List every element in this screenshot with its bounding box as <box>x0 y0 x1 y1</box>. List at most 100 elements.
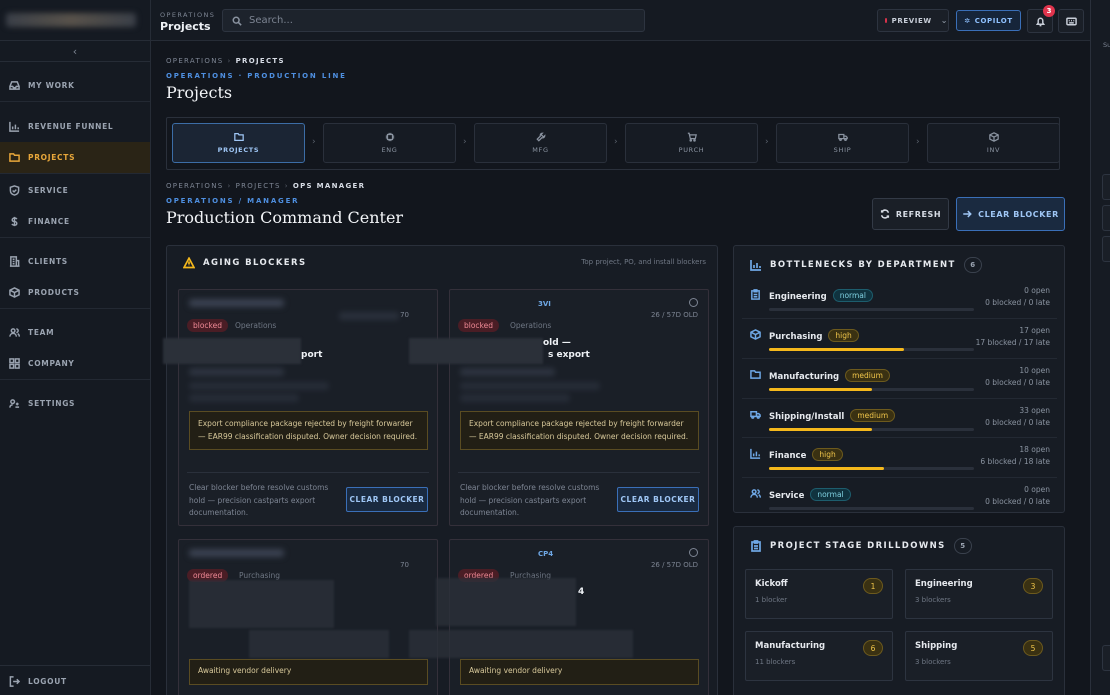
search-box[interactable] <box>222 9 645 32</box>
breadcrumb: OPERATIONS › PROJECTS <box>166 57 285 65</box>
clipboard-icon <box>751 289 760 300</box>
clock-icon <box>689 548 698 557</box>
blocked-late: 17 blocked / 17 late <box>975 338 1050 347</box>
blocker-card[interactable]: 3VI 26 / 57D OLD blocked Operations old … <box>409 289 709 526</box>
shield-icon <box>9 184 20 196</box>
sidebar-item-team[interactable]: TEAM <box>0 316 150 348</box>
sidebar-item-revenue-funnel[interactable]: REVENUE FUNNEL <box>0 110 150 142</box>
breadcrumb-item[interactable]: PROJECTS <box>236 182 281 190</box>
right-panel-tab[interactable] <box>1102 236 1110 262</box>
card-title-fragment: 4 <box>578 587 585 597</box>
department-row-service[interactable]: Service normal 0 open 0 blocked / 0 late <box>750 485 1050 523</box>
breadcrumb-current: OPS MANAGER <box>292 182 366 190</box>
cart-icon <box>687 132 697 142</box>
top-bar: OPERATIONS Projects PREVIEW ⌄ ✲ COPILOT … <box>151 0 1090 41</box>
stage-ship[interactable]: SHIP <box>776 123 909 163</box>
redacted-text <box>436 578 576 626</box>
refresh-button[interactable]: REFRESH <box>872 198 949 230</box>
sidebar-item-label: SERVICE <box>28 185 69 195</box>
clear-blocker-button[interactable]: CLEAR BLOCKER <box>956 197 1065 231</box>
card-clear-blocker-button[interactable]: CLEAR BLOCKER <box>346 487 428 512</box>
card-department: Purchasing <box>239 571 281 580</box>
chevron-right-icon: › <box>312 137 316 147</box>
copilot-button[interactable]: ✲ COPILOT <box>956 10 1021 31</box>
aging-blockers-subtitle: Top project, PO, and install blockers <box>581 258 706 266</box>
blocker-card[interactable]: 70 blocked Operations port Export compli… <box>163 289 438 526</box>
blocker-issue: Export compliance package rejected by fr… <box>460 411 699 450</box>
blocked-late: 0 blocked / 0 late <box>985 497 1050 506</box>
wrench-icon <box>535 132 545 142</box>
sidebar-item-service[interactable]: SERVICE <box>0 174 150 206</box>
breadcrumb-item[interactable]: OPERATIONS <box>166 57 224 65</box>
sidebar-item-finance[interactable]: FINANCE <box>0 206 150 238</box>
chevron-down-icon: ⌄ <box>940 16 948 25</box>
department-name: Shipping/Install <box>769 412 845 422</box>
drilldown-card-kickoff[interactable]: Kickoff 1 blocker 1 <box>745 569 893 619</box>
sidebar-item-label: PROJECTS <box>28 153 76 162</box>
page-title: Projects <box>166 83 233 102</box>
logout-button[interactable]: LOGOUT <box>0 666 150 695</box>
sidebar-item-label: TEAM <box>28 327 55 337</box>
breadcrumb-item[interactable]: OPERATIONS <box>166 182 224 190</box>
main-content: OPERATIONS › PROJECTS OPERATIONS · PRODUCT… <box>151 41 1090 695</box>
redacted-text <box>163 338 301 364</box>
drilldown-card-manufacturing[interactable]: Manufacturing 11 blockers 6 <box>745 631 893 681</box>
search-input[interactable] <box>249 15 629 26</box>
truck-icon <box>750 411 761 419</box>
right-panel-tab[interactable] <box>1102 205 1110 231</box>
sidebar-item-label: SETTINGS <box>28 398 76 408</box>
blocked-late: 6 blocked / 18 late <box>980 457 1050 466</box>
refresh-label: REFRESH <box>895 209 942 219</box>
card-age: 70 <box>400 561 409 569</box>
stage-inv[interactable]: INV <box>927 123 1060 163</box>
department-name: Purchasing <box>769 332 823 342</box>
card-department: Operations <box>235 321 277 330</box>
blocker-card[interactable]: 70 ordered Purchasing Awaiting vendor de… <box>178 539 438 695</box>
aging-blockers-header: AGING BLOCKERS <box>183 257 306 269</box>
collapse-sidebar-button[interactable]: ‹ <box>0 40 150 62</box>
breadcrumb-current: PROJECTS <box>235 57 285 65</box>
sidebar-item-my-work[interactable]: MY WORK <box>0 70 150 102</box>
preview-dropdown[interactable]: PREVIEW ⌄ <box>877 9 949 32</box>
department-row-shipping-install[interactable]: Shipping/Install medium 33 open 0 blocked… <box>750 406 1050 444</box>
users-icon <box>9 327 20 337</box>
redacted-text <box>409 338 543 364</box>
drilldown-card-shipping[interactable]: Shipping 3 blockers 5 <box>905 631 1053 681</box>
right-panel-tab[interactable] <box>1102 174 1110 200</box>
stage-label: PURCH <box>678 146 705 154</box>
stage-mfg[interactable]: MFG <box>474 123 607 163</box>
keyboard-icon <box>1065 17 1077 25</box>
sidebar-item-settings[interactable]: SETTINGS <box>0 387 150 419</box>
keyboard-button[interactable] <box>1058 9 1084 33</box>
sidebar-item-clients[interactable]: CLIENTS <box>0 245 150 277</box>
drilldown-card-engineering[interactable]: Engineering 3 blockers 3 <box>905 569 1053 619</box>
brand-logo[interactable] <box>0 0 150 40</box>
drilldown-sub: 3 blockers <box>915 658 951 666</box>
blocker-note: Awaiting vendor delivery <box>460 659 699 685</box>
card-clear-blocker-button[interactable]: CLEAR BLOCKER <box>617 487 699 512</box>
sidebar-item-products[interactable]: PRODUCTS <box>0 277 150 309</box>
folder-icon <box>9 153 20 162</box>
severity-badge: normal <box>832 289 873 302</box>
truck-icon <box>837 133 848 141</box>
stage-projects[interactable]: PROJECTS <box>172 123 305 163</box>
right-panel-tab[interactable] <box>1102 645 1110 671</box>
stage-drilldowns-panel: PROJECT STAGE DRILLDOWNS 5 Kickoff 1 blo… <box>733 526 1065 695</box>
sidebar-item-label: PRODUCTS <box>28 288 80 297</box>
sub-breadcrumb: OPERATIONS › PROJECTS › OPS MANAGER <box>166 182 366 190</box>
stage-eng[interactable]: ENG <box>323 123 456 163</box>
drilldowns-count: 5 <box>953 538 972 554</box>
stage-purch[interactable]: PURCH <box>625 123 758 163</box>
card-department: Operations <box>510 321 552 330</box>
chevron-right-icon: › <box>463 137 467 147</box>
severity-badge: high <box>812 448 843 461</box>
blocker-card[interactable]: CP4 26 / 57D OLD ordered Purchasing 4 Aw… <box>409 539 709 695</box>
blocked-late: 0 blocked / 0 late <box>985 298 1050 307</box>
clear-blocker-label: CLEAR BLOCKER <box>978 209 1059 219</box>
open-count: 33 open <box>1019 406 1050 415</box>
sidebar-item-company[interactable]: COMPANY <box>0 348 150 380</box>
stage-label: ENG <box>381 146 398 154</box>
right-panel-label: Su <box>1103 41 1110 49</box>
sidebar-item-projects[interactable]: PROJECTS <box>0 142 150 174</box>
chevron-right-icon: › <box>916 137 920 147</box>
